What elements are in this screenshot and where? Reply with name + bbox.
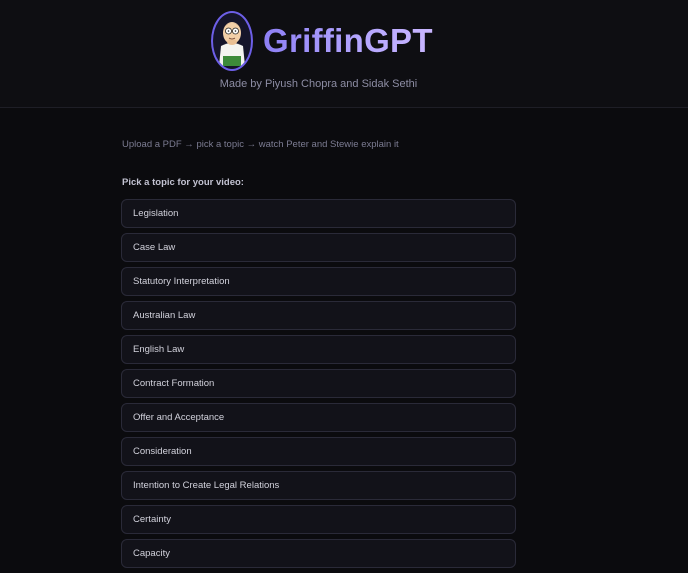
topic-option-legislation[interactable]: Legislation [121,199,516,228]
topic-option-contract-formation[interactable]: Contract Formation [121,369,516,398]
tagline: Upload a PDF → pick a topic → watch Pete… [122,139,399,150]
topic-section-label: Pick a topic for your video: [122,177,244,188]
topic-option-offer-and-acceptance[interactable]: Offer and Acceptance [121,403,516,432]
topic-label: Intention to Create Legal Relations [133,480,280,491]
topic-label: Capacity [133,548,170,559]
app-header: GriffinGPT Made by Piyush Chopra and Sid… [0,0,688,108]
topic-label: Certainty [133,514,172,525]
topic-label: Legislation [133,208,179,219]
peter-griffin-avatar-icon [211,11,253,71]
topic-label: English Law [133,344,185,355]
app-title: GriffinGPT [263,22,433,59]
byline: Made by Piyush Chopra and Sidak Sethi [219,78,418,90]
topic-label: Offer and Acceptance [133,412,225,423]
topic-option-english-law[interactable]: English Law [121,335,516,364]
topic-label: Consideration [133,446,192,457]
topic-label: Case Law [133,242,176,253]
topic-option-australian-law[interactable]: Australian Law [121,301,516,330]
topic-label: Contract Formation [133,378,215,389]
topic-option-statutory-interpretation[interactable]: Statutory Interpretation [121,267,516,296]
topic-label: Australian Law [133,310,196,321]
topic-option-consideration[interactable]: Consideration [121,437,516,466]
topic-list: Legislation Case Law Statutory Interpret… [121,199,516,573]
topic-option-capacity[interactable]: Capacity [121,539,516,568]
topic-option-intention-to-create-legal-relations[interactable]: Intention to Create Legal Relations [121,471,516,500]
brand: GriffinGPT [211,11,433,71]
topic-option-case-law[interactable]: Case Law [121,233,516,262]
topic-option-certainty[interactable]: Certainty [121,505,516,534]
topic-label: Statutory Interpretation [133,276,230,287]
